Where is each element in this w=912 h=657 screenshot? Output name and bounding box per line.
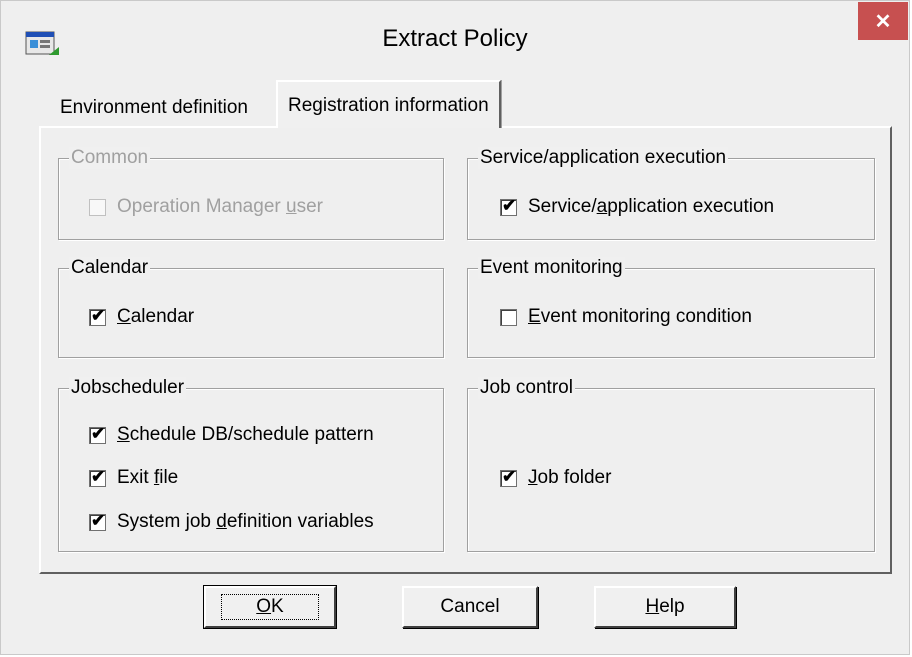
checkbox-box: ✔ [89, 423, 106, 444]
group-calendar: Calendar ✔ Calendar [58, 257, 444, 358]
checkmark-icon: ✔ [502, 466, 517, 486]
group-legend: Event monitoring [478, 257, 625, 279]
checkbox-label: Operation Manager user [117, 196, 323, 217]
checkbox-box [89, 198, 106, 216]
ok-button[interactable]: OK [203, 585, 337, 629]
checkbox-schedule-db-pattern[interactable]: ✔ Schedule DB/schedule pattern [89, 424, 374, 446]
group-legend: Jobscheduler [69, 377, 187, 399]
checkbox-box: ✔ [89, 305, 106, 326]
checkbox-job-folder[interactable]: ✔ Job folder [500, 467, 611, 489]
checkbox-label: Event monitoring condition [528, 306, 752, 327]
group-legend: Common [69, 147, 151, 169]
window-title: Extract Policy [382, 25, 528, 52]
group-jobscheduler: Jobscheduler ✔ Schedule DB/schedule patt… [58, 377, 444, 552]
group-job-control: Job control ✔ Job folder [467, 377, 875, 552]
group-legend: Service/application execution [478, 147, 729, 169]
checkmark-icon: ✔ [91, 466, 106, 486]
group-service-application-execution: Service/application execution ✔ Service/… [467, 147, 875, 240]
checkbox-operation-manager-user[interactable]: Operation Manager user [89, 196, 323, 218]
checkbox-calendar[interactable]: ✔ Calendar [89, 306, 194, 328]
checkbox-label: Schedule DB/schedule pattern [117, 424, 374, 445]
checkbox-label: System job definition variables [117, 511, 374, 532]
tab-label: Environment definition [60, 97, 248, 118]
checkbox-exit-file[interactable]: ✔ Exit file [89, 467, 178, 489]
checkmark-icon: ✔ [91, 423, 106, 443]
checkmark-icon: ✔ [91, 510, 106, 530]
ok-button-label: OK [221, 594, 319, 620]
close-icon: ✕ [874, 10, 892, 33]
cancel-button-label: Cancel [440, 596, 500, 617]
group-legend: Job control [478, 377, 575, 399]
help-button[interactable]: Help [594, 586, 736, 628]
close-button[interactable]: ✕ [858, 2, 908, 40]
checkbox-box: ✔ [500, 195, 517, 216]
checkmark-icon: ✔ [91, 305, 106, 325]
checkbox-label: Job folder [528, 467, 612, 488]
tab-label: Registration information [288, 95, 489, 116]
cancel-button[interactable]: Cancel [402, 586, 538, 628]
checkbox-service-application-execution[interactable]: ✔ Service/application execution [500, 196, 774, 218]
group-event-monitoring: Event monitoring Event monitoring condit… [467, 257, 875, 358]
group-legend: Calendar [69, 257, 151, 279]
checkbox-label: Calendar [117, 306, 195, 327]
tab-registration-information[interactable]: Registration information [276, 80, 501, 128]
checkbox-box: ✔ [89, 466, 106, 487]
title-bar[interactable]: Extract Policy ✕ [1, 1, 909, 79]
checkbox-system-job-definition-variables[interactable]: ✔ System job definition variables [89, 511, 374, 533]
checkmark-icon: ✔ [502, 195, 517, 215]
group-common: Common Operation Manager user [58, 147, 444, 240]
checkbox-event-monitoring-condition[interactable]: Event monitoring condition [500, 306, 752, 328]
help-button-label: Help [645, 596, 685, 617]
checkbox-label: Exit file [117, 467, 179, 488]
tab-environment-definition[interactable]: Environment definition [50, 88, 258, 124]
checkbox-label: Service/application execution [528, 196, 775, 217]
checkbox-box: ✔ [500, 466, 517, 487]
checkbox-box: ✔ [89, 510, 106, 531]
checkbox-box [500, 308, 517, 326]
